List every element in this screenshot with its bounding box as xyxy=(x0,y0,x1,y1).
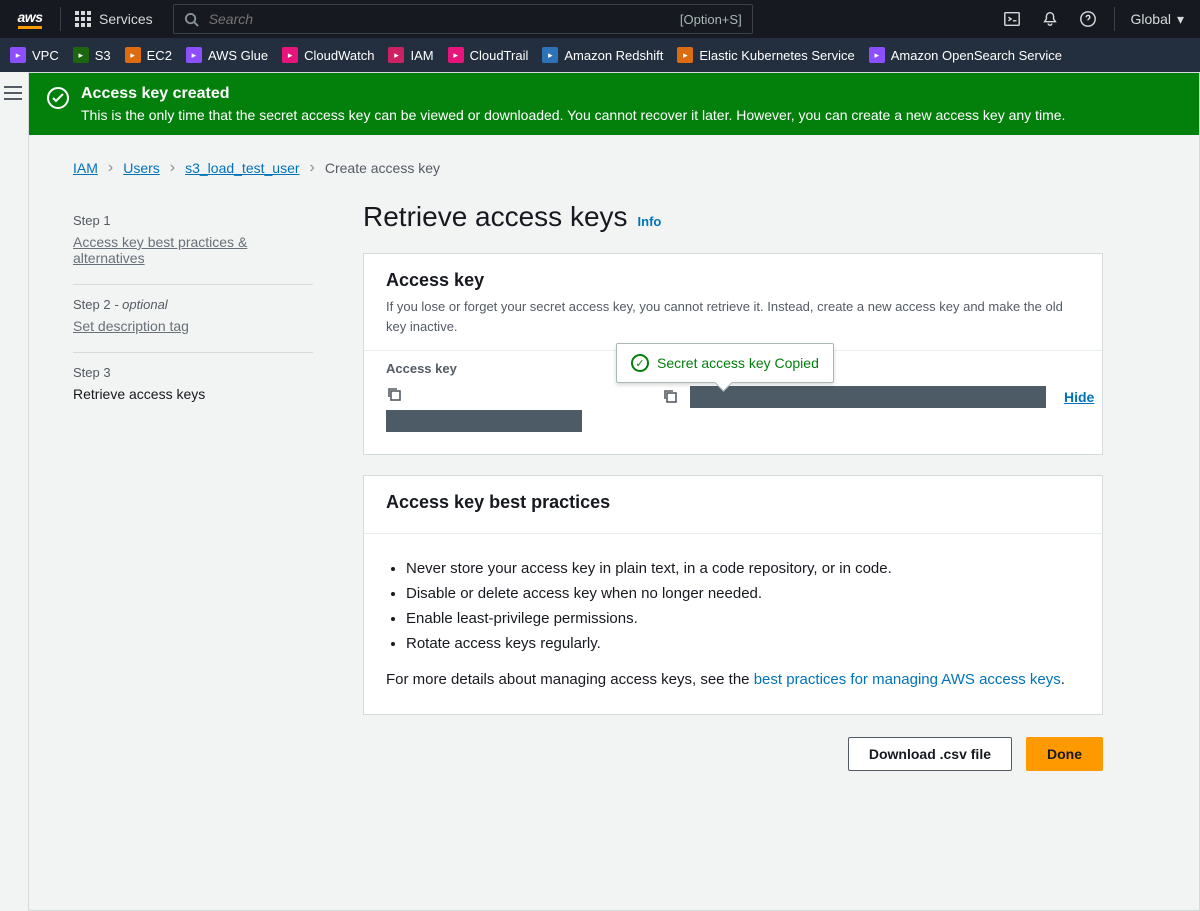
step-title: Access key best practices & alternatives xyxy=(73,234,313,266)
service-icon: ▸ xyxy=(448,47,464,63)
step-label: Step 2 - optional xyxy=(73,297,313,312)
shortcut-vpc[interactable]: ▸ VPC xyxy=(10,47,59,63)
service-icon: ▸ xyxy=(186,47,202,63)
shortcut-label: CloudTrail xyxy=(470,48,529,63)
service-shortcuts: ▸ VPC ▸ S3 ▸ EC2 ▸ AWS Glue ▸ CloudWatch ▸ IAM ▸ Clou… xyxy=(0,38,1200,72)
list-item: Enable least-privilege permissions. xyxy=(406,610,1080,627)
shortcut-ec2[interactable]: ▸ EC2 xyxy=(125,47,172,63)
service-icon: ▸ xyxy=(677,47,693,63)
breadcrumb: IAM › Users › s3_load_test_user › Create… xyxy=(73,159,1159,177)
bell-icon[interactable] xyxy=(1040,9,1060,29)
services-label: Services xyxy=(99,11,153,27)
list-item: Disable or delete access key when no lon… xyxy=(406,585,1080,602)
shortcut-aws-glue[interactable]: ▸ AWS Glue xyxy=(186,47,268,63)
done-button[interactable]: Done xyxy=(1026,737,1103,771)
search-icon xyxy=(184,12,199,27)
shortcut-cloudwatch[interactable]: ▸ CloudWatch xyxy=(282,47,374,63)
search-box[interactable]: [Option+S] xyxy=(173,4,753,34)
shortcut-elastic-kubernetes-service[interactable]: ▸ Elastic Kubernetes Service xyxy=(677,47,854,63)
shortcut-label: Elastic Kubernetes Service xyxy=(699,48,854,63)
page-title: Retrieve access keys Info xyxy=(363,201,1103,233)
grid-icon xyxy=(75,11,91,27)
breadcrumb-user[interactable]: s3_load_test_user xyxy=(185,160,299,176)
service-icon: ▸ xyxy=(542,47,558,63)
info-link[interactable]: Info xyxy=(638,214,662,229)
panel-title: Access key best practices xyxy=(386,492,1080,513)
secret-key-value-redacted xyxy=(690,386,1046,408)
list-item: Never store your access key in plain tex… xyxy=(406,560,1080,577)
region-selector[interactable]: Global ▾ xyxy=(1115,11,1200,28)
copied-tooltip: ✓ Secret access key Copied xyxy=(616,343,834,383)
search-input[interactable] xyxy=(209,11,670,27)
success-banner: Access key created This is the only time… xyxy=(29,73,1199,135)
shortcut-label: IAM xyxy=(410,48,433,63)
panel-desc: If you lose or forget your secret access… xyxy=(386,297,1080,336)
step-title: Set description tag xyxy=(73,318,313,334)
step-label: Step 1 xyxy=(73,213,313,228)
banner-title: Access key created xyxy=(81,85,1065,103)
step-3: Step 3 Retrieve access keys xyxy=(73,353,313,420)
help-icon[interactable] xyxy=(1078,9,1098,29)
hide-link[interactable]: Hide xyxy=(1064,389,1094,405)
tooltip-text: Secret access key Copied xyxy=(657,355,819,371)
region-label: Global xyxy=(1131,11,1171,27)
chevron-down-icon: ▾ xyxy=(1177,11,1184,28)
chevron-right-icon: › xyxy=(108,159,113,177)
step-label: Step 3 xyxy=(73,365,313,380)
breadcrumb-current: Create access key xyxy=(325,160,440,176)
copy-icon[interactable] xyxy=(386,386,404,404)
best-practices-panel: Access key best practices Never store yo… xyxy=(363,475,1103,715)
service-icon: ▸ xyxy=(282,47,298,63)
service-icon: ▸ xyxy=(73,47,89,63)
shortcut-label: VPC xyxy=(32,48,59,63)
chevron-right-icon: › xyxy=(170,159,175,177)
side-drawer-toggle[interactable] xyxy=(2,82,24,104)
shortcut-label: CloudWatch xyxy=(304,48,374,63)
shortcut-cloudtrail[interactable]: ▸ CloudTrail xyxy=(448,47,529,63)
shortcut-s3[interactable]: ▸ S3 xyxy=(73,47,111,63)
best-practices-more: For more details about managing access k… xyxy=(386,668,1080,692)
access-key-value-redacted xyxy=(386,410,582,432)
breadcrumb-iam[interactable]: IAM xyxy=(73,160,98,176)
action-row: Download .csv file Done xyxy=(363,737,1103,771)
check-circle-icon xyxy=(47,87,69,109)
page-body: Access key created This is the only time… xyxy=(28,72,1200,911)
main-column: Retrieve access keys Info Access key If … xyxy=(363,201,1103,771)
copy-icon[interactable] xyxy=(662,388,680,406)
cloudshell-icon[interactable] xyxy=(1002,9,1022,29)
access-key-panel: Access key If you lose or forget your se… xyxy=(363,253,1103,455)
step-2[interactable]: Step 2 - optional Set description tag xyxy=(73,285,313,353)
breadcrumb-users[interactable]: Users xyxy=(123,160,160,176)
shortcut-iam[interactable]: ▸ IAM xyxy=(388,47,433,63)
services-menu[interactable]: Services xyxy=(61,11,167,27)
shortcut-label: AWS Glue xyxy=(208,48,268,63)
chevron-right-icon: › xyxy=(310,159,315,177)
list-item: Rotate access keys regularly. xyxy=(406,635,1080,652)
best-practices-list: Never store your access key in plain tex… xyxy=(406,560,1080,652)
best-practices-link[interactable]: best practices for managing AWS access k… xyxy=(754,671,1061,688)
wizard-stepper: Step 1 Access key best practices & alter… xyxy=(73,201,313,771)
shortcut-amazon-redshift[interactable]: ▸ Amazon Redshift xyxy=(542,47,663,63)
shortcut-amazon-opensearch-service[interactable]: ▸ Amazon OpenSearch Service xyxy=(869,47,1062,63)
access-key-label: Access key xyxy=(386,361,606,376)
shortcut-label: Amazon Redshift xyxy=(564,48,663,63)
topbar-icons xyxy=(986,9,1114,29)
shortcut-label: EC2 xyxy=(147,48,172,63)
check-circle-icon: ✓ xyxy=(631,354,649,372)
service-icon: ▸ xyxy=(125,47,141,63)
step-title: Retrieve access keys xyxy=(73,386,313,402)
top-nav: aws Services [Option+S] Global ▾ xyxy=(0,0,1200,38)
shortcut-label: S3 xyxy=(95,48,111,63)
search-shortcut: [Option+S] xyxy=(680,12,742,27)
download-csv-button[interactable]: Download .csv file xyxy=(848,737,1012,771)
service-icon: ▸ xyxy=(869,47,885,63)
panel-title: Access key xyxy=(386,270,1080,291)
step-1[interactable]: Step 1 Access key best practices & alter… xyxy=(73,201,313,285)
service-icon: ▸ xyxy=(10,47,26,63)
aws-logo[interactable]: aws xyxy=(0,9,60,29)
shortcut-label: Amazon OpenSearch Service xyxy=(891,48,1062,63)
banner-body: This is the only time that the secret ac… xyxy=(81,107,1065,123)
service-icon: ▸ xyxy=(388,47,404,63)
